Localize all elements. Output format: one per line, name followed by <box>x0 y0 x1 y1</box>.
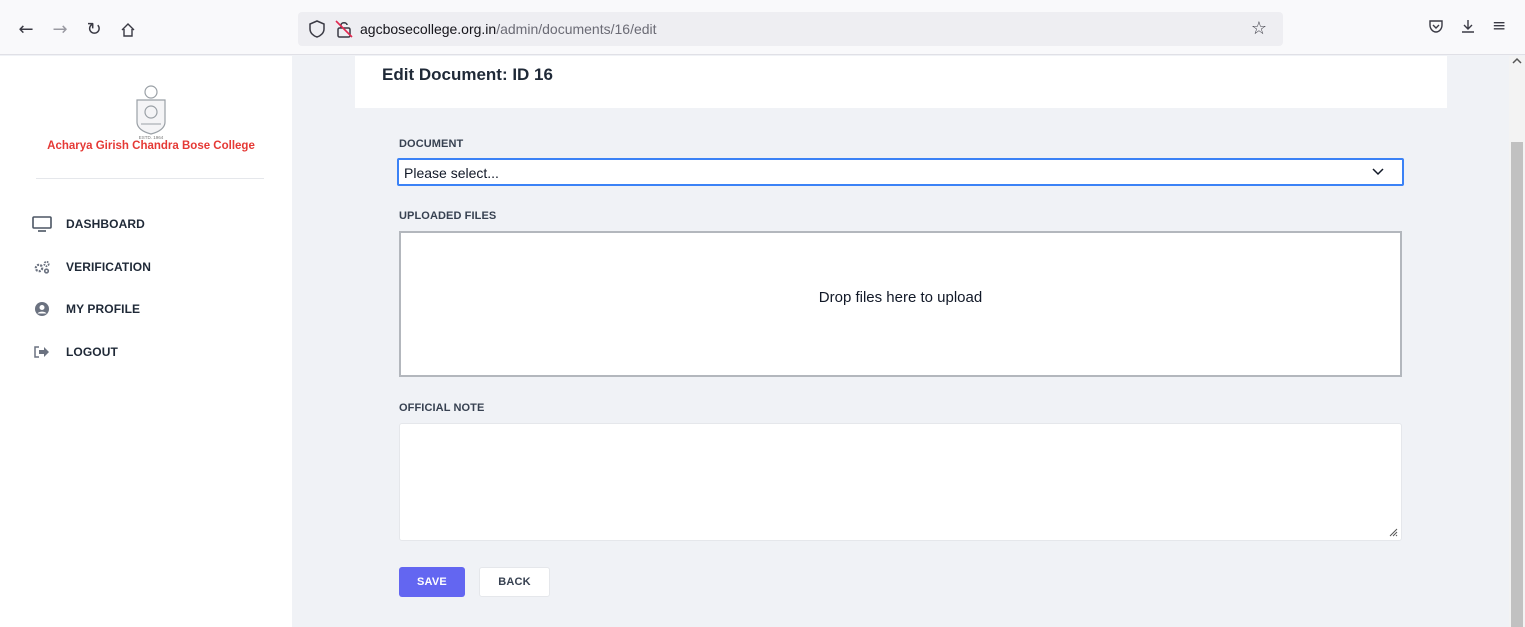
official-note-label: OFFICIAL NOTE <box>399 402 485 414</box>
download-icon[interactable] <box>1460 16 1476 39</box>
forward-arrow-icon[interactable]: → <box>48 18 72 42</box>
document-select-value: Please select... <box>404 165 499 181</box>
sidebar-item-dashboard[interactable]: DASHBOARD <box>32 213 145 235</box>
save-button[interactable]: SAVE <box>399 567 465 597</box>
document-select[interactable]: Please select... <box>397 158 1404 186</box>
url-path: /admin/documents/16/edit <box>496 21 657 37</box>
gears-icon <box>32 258 52 276</box>
sidebar-item-my-profile[interactable]: MY PROFILE <box>32 298 140 320</box>
page-header: Edit Document: ID 16 <box>355 56 1447 108</box>
chevron-down-icon <box>1372 168 1384 176</box>
sidebar-item-logout[interactable]: LOGOUT <box>32 341 118 363</box>
sidebar: ESTD. 1964 Acharya Girish Chandra Bose C… <box>0 56 292 627</box>
menu-icon[interactable]: ≡ <box>1492 16 1506 36</box>
back-button[interactable]: BACK <box>479 567 550 597</box>
home-icon[interactable] <box>116 18 140 42</box>
browser-toolbar: ← → ↻ agcbosecollege.org.in/admin/docume… <box>0 0 1525 55</box>
shield-icon[interactable] <box>308 19 326 39</box>
sidebar-divider <box>36 178 264 179</box>
bookmark-star-icon[interactable]: ☆ <box>1251 18 1267 39</box>
pocket-icon[interactable] <box>1428 16 1444 39</box>
sidebar-item-label: DASHBOARD <box>66 217 145 231</box>
sidebar-item-label: MY PROFILE <box>66 302 141 316</box>
page-title: Edit Document: ID 16 <box>382 65 553 84</box>
url-domain: agcbosecollege.org.in <box>360 21 497 37</box>
uploaded-files-label: UPLOADED FILES <box>399 210 497 222</box>
reload-icon[interactable]: ↻ <box>82 18 106 42</box>
dropzone-text: Drop files here to upload <box>818 289 983 306</box>
user-circle-icon <box>32 300 52 318</box>
address-bar[interactable]: agcbosecollege.org.in/admin/documents/16… <box>298 12 1283 46</box>
sidebar-item-label: VERIFICATION <box>66 260 151 274</box>
sidebar-item-label: LOGOUT <box>66 345 118 359</box>
scroll-up-arrow-icon[interactable] <box>1512 56 1522 66</box>
college-name: Acharya Girish Chandra Bose College <box>47 140 255 152</box>
resize-grip-icon[interactable] <box>1388 527 1398 537</box>
page-scrollbar[interactable] <box>1509 56 1525 627</box>
sidebar-item-verification[interactable]: VERIFICATION <box>32 256 151 278</box>
file-dropzone[interactable]: Drop files here to upload <box>399 231 1402 377</box>
back-arrow-icon[interactable]: ← <box>14 18 38 42</box>
monitor-icon <box>32 215 52 233</box>
insecure-lock-icon[interactable] <box>334 19 354 39</box>
official-note-textarea[interactable] <box>399 423 1402 541</box>
scroll-thumb[interactable] <box>1511 142 1523 627</box>
college-logo[interactable]: ESTD. 1964 <box>131 82 171 140</box>
document-label: DOCUMENT <box>399 138 464 150</box>
url-text[interactable]: agcbosecollege.org.in/admin/documents/16… <box>360 21 657 37</box>
sign-out-icon <box>32 343 52 361</box>
